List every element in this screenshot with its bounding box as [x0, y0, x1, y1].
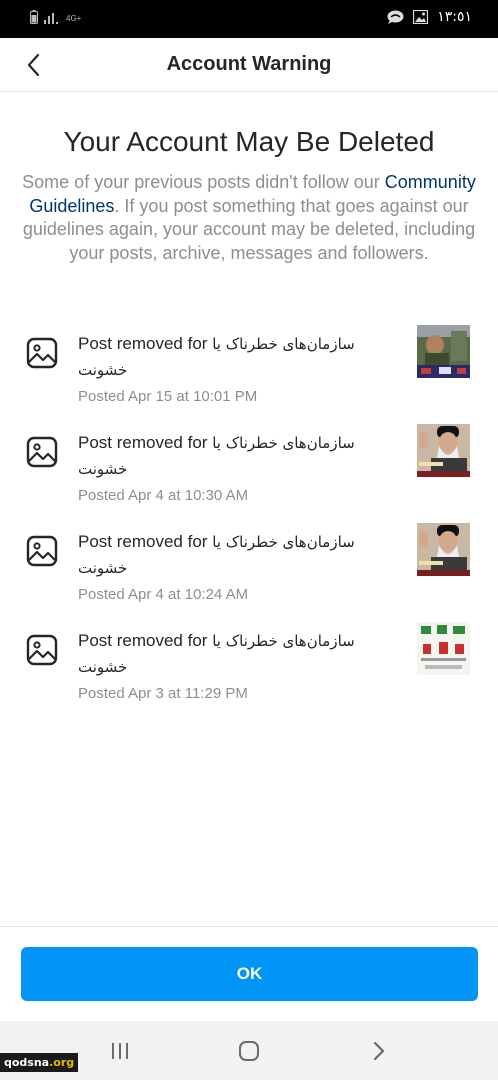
post-removed-prefix: Post removed for [78, 433, 208, 452]
back-nav-button[interactable] [364, 1039, 394, 1063]
post-removed-text: Post removed for سازمان‌های خطرناک یا خش… [78, 628, 398, 680]
status-clock: ١٣:٥١ [437, 9, 472, 25]
warning-body-prefix: Some of your previous posts didn't follo… [22, 172, 380, 192]
post-removed-prefix: Post removed for [78, 631, 208, 650]
post-removed-text: Post removed for سازمان‌های خطرناک یا خش… [78, 529, 398, 581]
signal-icon [44, 13, 58, 24]
post-removed-prefix: Post removed for [78, 334, 208, 353]
post-thumbnail [417, 622, 470, 675]
status-left: 4G+ [30, 10, 81, 24]
post-timestamp: Posted Apr 3 at 11:29 PM [78, 685, 248, 702]
bottom-divider [0, 926, 498, 927]
post-removed-prefix: Post removed for [78, 532, 208, 551]
removed-post-item[interactable]: Post removed for سازمان‌های خطرناک یا خش… [0, 424, 498, 520]
post-thumbnail [417, 325, 470, 378]
home-icon [239, 1041, 259, 1061]
post-timestamp: Posted Apr 15 at 10:01 PM [78, 388, 258, 405]
page-title: Account Warning [166, 53, 332, 75]
post-removed-text: Post removed for سازمان‌های خطرناک یا خش… [78, 331, 398, 383]
image-icon [26, 535, 58, 567]
system-nav-bar: qodsna.org [0, 1021, 498, 1080]
watermark-name: qodsna [4, 1056, 50, 1069]
status-bar: 4G+ ١٣:٥١ [0, 0, 498, 38]
recent-apps-button[interactable] [105, 1039, 135, 1063]
screen: 4G+ ١٣:٥١ Account Warning Your Account M… [0, 0, 498, 1080]
recent-apps-icon [112, 1043, 128, 1059]
chevron-right-icon [373, 1041, 385, 1061]
ok-button[interactable]: OK [21, 947, 478, 1001]
removed-post-item[interactable]: Post removed for سازمان‌های خطرناک یا خش… [0, 622, 498, 718]
network-type: 4G+ [66, 14, 82, 23]
watermark-tld: .org [49, 1056, 75, 1069]
gallery-icon [413, 10, 429, 24]
chat-bubble-icon [387, 10, 404, 24]
header: Account Warning [0, 38, 498, 92]
home-button[interactable] [234, 1039, 264, 1063]
post-timestamp: Posted Apr 4 at 10:24 AM [78, 586, 249, 603]
image-icon [26, 634, 58, 666]
warning-body: Some of your previous posts didn't follo… [16, 171, 482, 265]
battery-icon [30, 10, 38, 24]
removed-post-item[interactable]: Post removed for سازمان‌های خطرناک یا خش… [0, 325, 498, 421]
watermark-logo: qodsna.org [0, 1053, 79, 1072]
removed-post-item[interactable]: Post removed for سازمان‌های خطرناک یا خش… [0, 523, 498, 619]
image-icon [26, 337, 58, 369]
post-timestamp: Posted Apr 4 at 10:30 AM [78, 487, 249, 504]
image-icon [26, 436, 58, 468]
post-thumbnail [417, 523, 470, 576]
status-right: ١٣:٥١ [387, 9, 472, 25]
post-removed-text: Post removed for سازمان‌های خطرناک یا خش… [78, 430, 398, 482]
warning-title: Your Account May Be Deleted [63, 126, 435, 157]
post-thumbnail [417, 424, 470, 477]
